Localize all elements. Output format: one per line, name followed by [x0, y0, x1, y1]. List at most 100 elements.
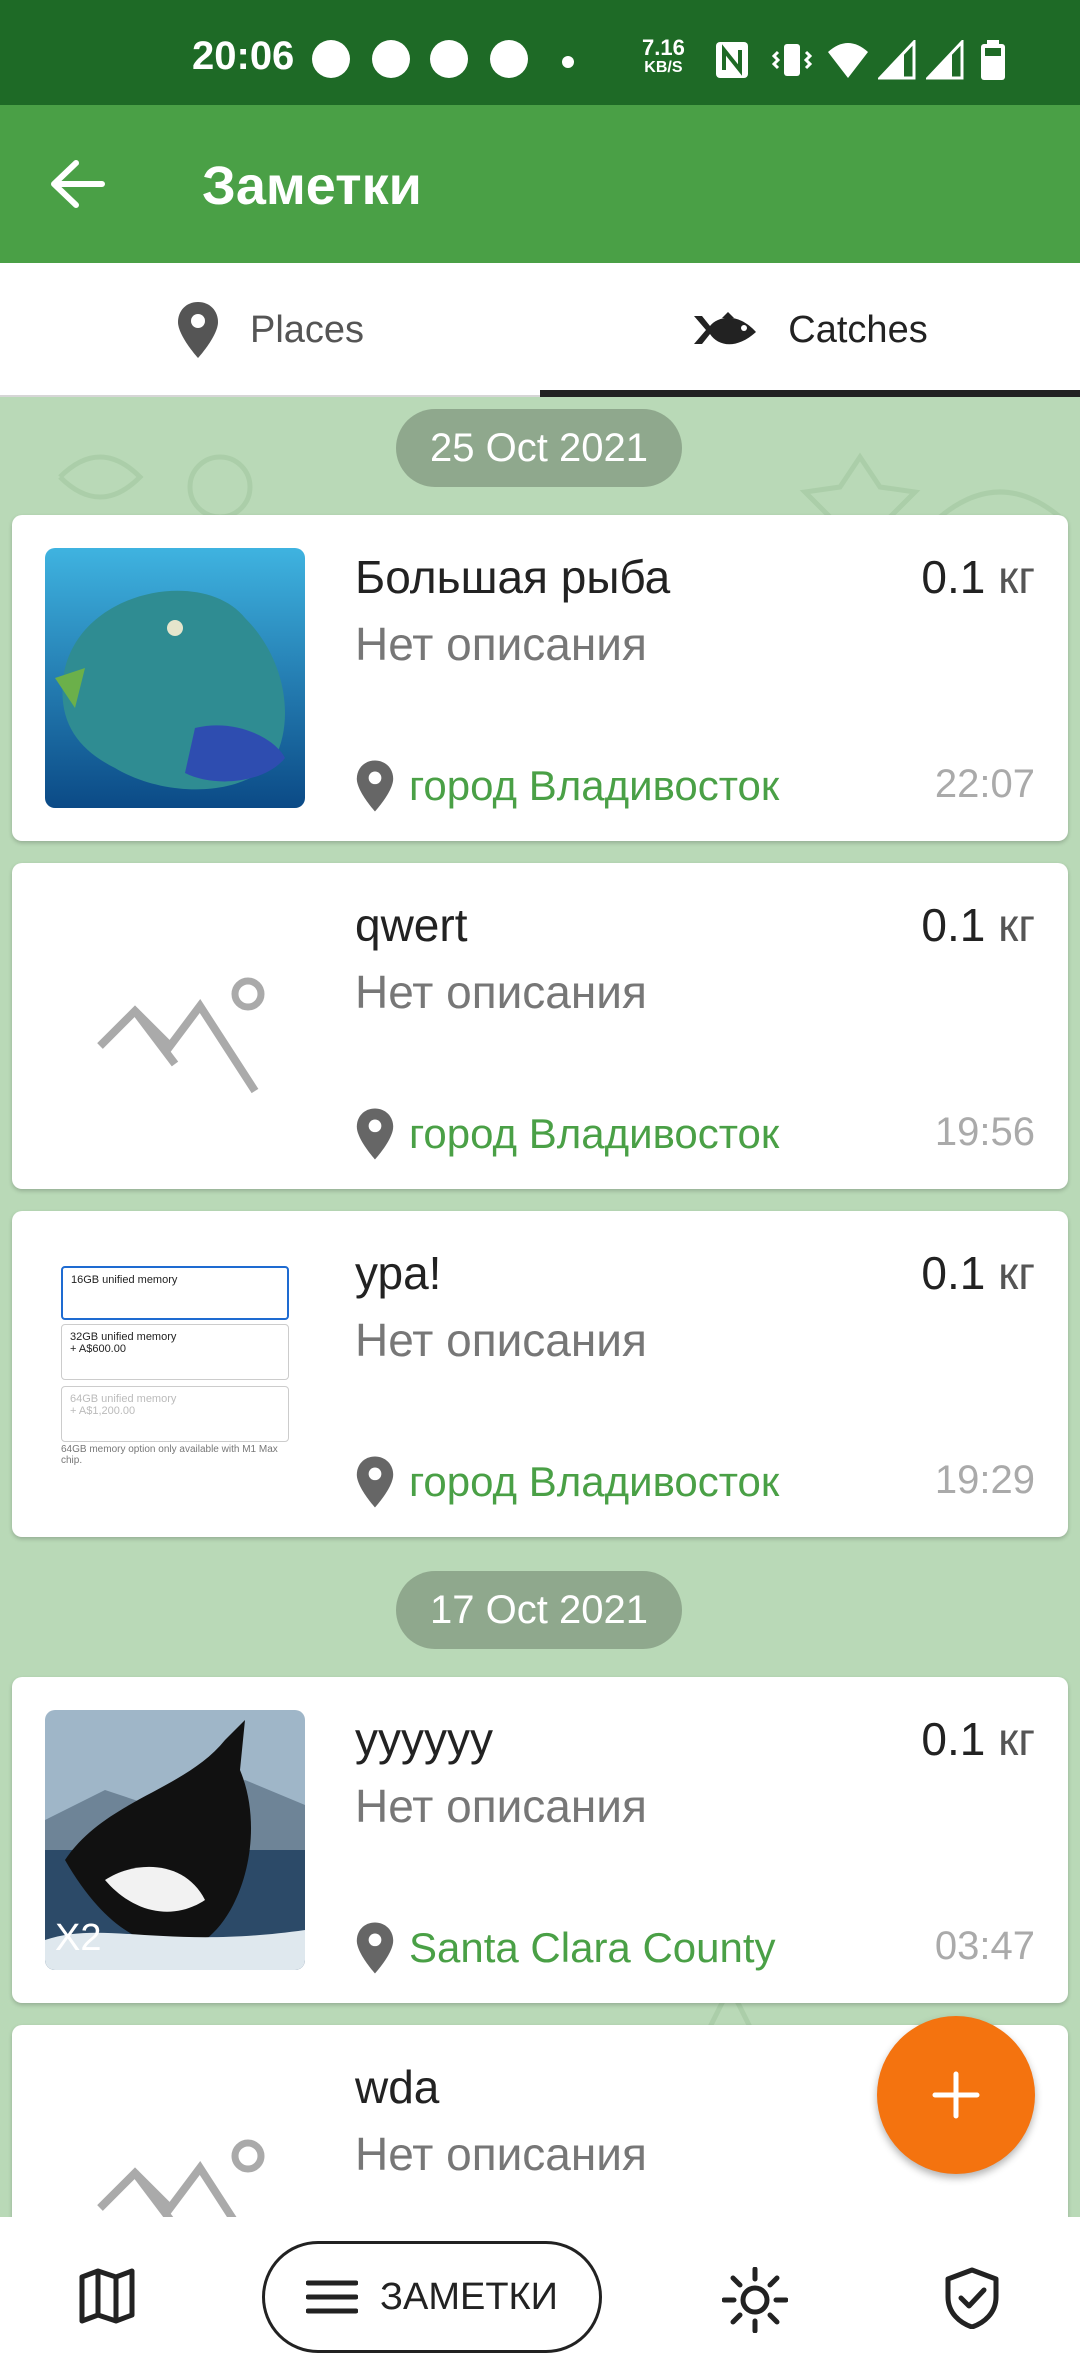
app-bar: Заметки — [0, 105, 1080, 263]
catch-place-label: город Владивосток — [409, 762, 780, 809]
catch-time: 03:47 — [934, 1924, 1035, 1968]
catch-name: qwert — [355, 899, 468, 951]
catch-description: Нет описания — [355, 966, 647, 1018]
plus-icon — [932, 2071, 980, 2119]
status-bar: 20:06 7.16 KB/S — [0, 0, 1080, 105]
tab-bar: Places Catches — [0, 263, 1080, 397]
screenshot-image: 16GB unified memory 32GB unified memory … — [45, 1244, 305, 1504]
net-speed-unit: KB/S — [644, 59, 683, 76]
catch-name: wda — [355, 2061, 440, 2113]
nfc-icon — [716, 42, 748, 78]
catch-card[interactable]: X2 уууууу 0.1 кг Нет описания Santa Clar… — [12, 1677, 1068, 2003]
catch-list[interactable]: 25 Oct 2021 Большая рыба 0.1 кг Нет опис… — [0, 397, 1080, 2217]
date-header: 25 Oct 2021 — [396, 409, 682, 487]
memory-note: 64GB memory option only available with M… — [61, 1444, 278, 1466]
telegram-icon — [372, 40, 410, 78]
signal-icon — [878, 40, 916, 80]
catch-photo: X2 — [45, 1710, 305, 1970]
notes-nav-button[interactable]: ЗАМЕТКИ — [262, 2241, 602, 2353]
memory-option: 32GB unified memory + A$600.00 — [61, 1324, 289, 1380]
memory-option-label: 64GB unified memory — [70, 1393, 177, 1405]
catch-place-label: Santa Clara County — [409, 1924, 776, 1971]
map-pin-icon — [356, 1108, 394, 1160]
telegram-icon — [490, 40, 528, 78]
battery-icon — [981, 40, 1005, 80]
vibrate-icon — [772, 44, 812, 76]
catch-weight-unit: кг — [998, 1713, 1035, 1765]
fish-icon — [694, 312, 757, 345]
memory-option-label: 32GB unified memory — [70, 1331, 177, 1343]
catch-weight-unit: кг — [998, 899, 1035, 951]
memory-option: 16GB unified memory — [61, 1266, 289, 1320]
catch-photo-placeholder — [45, 896, 305, 1156]
catch-card[interactable]: Большая рыба 0.1 кг Нет описания город В… — [12, 515, 1068, 841]
tab-places[interactable]: Places — [0, 263, 540, 397]
net-speed-value: 7.16 — [642, 35, 685, 60]
telegram-icon — [430, 40, 468, 78]
notes-nav-label: ЗАМЕТКИ — [380, 2275, 558, 2318]
catch-weight-value: 0.1 — [921, 1247, 986, 1299]
bottom-nav: ЗАМЕТКИ — [0, 2217, 1080, 2376]
catch-weight-unit: кг — [998, 1247, 1035, 1299]
catch-photo — [45, 548, 305, 808]
tab-catches[interactable]: Catches — [540, 263, 1080, 397]
catch-weight-value: 0.1 — [921, 551, 986, 603]
photo-count-badge: X2 — [55, 1917, 102, 1959]
tab-catches-label: Catches — [788, 308, 928, 351]
image-placeholder-icon — [97, 977, 265, 1094]
fish-photo-image — [45, 548, 305, 808]
catch-place-label: город Владивосток — [409, 1458, 780, 1505]
catch-description: Нет описания — [355, 1780, 647, 1832]
menu-icon — [306, 2280, 359, 2314]
memory-option-price: + A$1,200.00 — [70, 1405, 136, 1417]
notification-dot-icon — [562, 56, 574, 68]
net-speed: 7.16 KB/S — [642, 35, 685, 78]
map-icon[interactable] — [78, 2267, 136, 2325]
catch-name: ура! — [355, 1247, 442, 1299]
image-placeholder-icon — [97, 2139, 265, 2217]
tab-indicator — [540, 390, 1080, 397]
memory-option: 64GB unified memory + A$1,200.00 — [61, 1386, 289, 1442]
date-header: 17 Oct 2021 — [396, 1571, 682, 1649]
memory-option-label: 16GB unified memory — [71, 1274, 178, 1286]
catch-photo-placeholder — [45, 2058, 305, 2217]
status-time: 20:06 — [192, 34, 295, 78]
catch-weight-value: 0.1 — [921, 899, 986, 951]
catch-description: Нет описания — [355, 2128, 647, 2180]
page-title: Заметки — [202, 156, 422, 216]
catch-place: Santa Clara County — [355, 1920, 776, 1976]
memory-option-price: + A$600.00 — [70, 1343, 126, 1355]
shield-check-icon[interactable] — [944, 2267, 1000, 2329]
catch-place: город Владивосток — [355, 758, 779, 814]
catch-description: Нет описания — [355, 618, 647, 670]
tab-places-label: Places — [249, 308, 365, 351]
catch-weight-value: 0.1 — [921, 1713, 986, 1765]
map-pin-icon — [356, 1456, 394, 1508]
catch-weight: 0.1 кг — [921, 1712, 1035, 1766]
catch-card[interactable]: 16GB unified memory 32GB unified memory … — [12, 1211, 1068, 1537]
catch-place: город Владивосток — [355, 1106, 779, 1162]
catch-card[interactable]: qwert 0.1 кг Нет описания город Владивос… — [12, 863, 1068, 1189]
arrow-left-icon[interactable] — [50, 159, 106, 209]
catch-weight: 0.1 кг — [921, 1246, 1035, 1300]
add-catch-button[interactable] — [877, 2016, 1035, 2174]
catch-name: Большая рыба — [355, 551, 671, 603]
catch-place: город Владивосток — [355, 1454, 779, 1510]
map-pin-icon — [177, 302, 218, 358]
catch-weight: 0.1 кг — [921, 550, 1035, 604]
map-pin-icon — [356, 760, 394, 812]
sun-icon[interactable] — [722, 2267, 788, 2333]
catch-time: 19:56 — [934, 1110, 1035, 1154]
wifi-icon — [828, 43, 868, 78]
map-pin-icon — [356, 1922, 394, 1974]
catch-description: Нет описания — [355, 1314, 647, 1366]
catch-weight: 0.1 кг — [921, 898, 1035, 952]
catch-weight-unit: кг — [998, 551, 1035, 603]
catch-name: уууууу — [355, 1713, 493, 1765]
signal-icon — [926, 40, 964, 80]
catch-time: 19:29 — [934, 1458, 1035, 1502]
whatsapp-icon — [312, 40, 350, 78]
catch-place-label: город Владивосток — [409, 1110, 780, 1157]
catch-time: 22:07 — [934, 762, 1035, 806]
catch-photo: 16GB unified memory 32GB unified memory … — [45, 1244, 305, 1504]
